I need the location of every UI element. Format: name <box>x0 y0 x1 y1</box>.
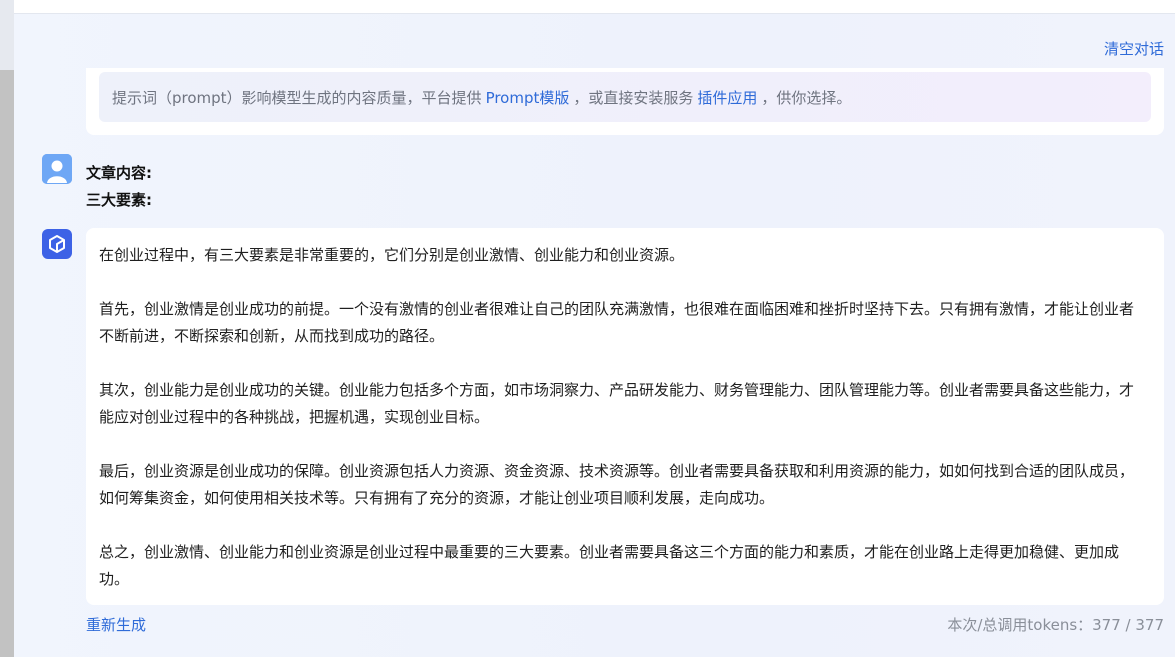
user-avatar-icon <box>42 154 72 184</box>
answer-paragraph: 在创业过程中，有三大要素是非常重要的，它们分别是创业激情、创业能力和创业资源。 <box>99 246 685 264</box>
regenerate-button[interactable]: 重新生成 <box>86 614 146 635</box>
chat-page: 清空对话 提示词（prompt）影响模型生成的内容质量，平台提供 Prompt模… <box>0 0 1175 657</box>
prompt-template-link[interactable]: Prompt模版 <box>486 87 570 108</box>
plugin-app-link[interactable]: 插件应用 <box>697 87 757 108</box>
answer-paragraph: 总之，创业激情、创业能力和创业资源是创业过程中最重要的三大要素。创业者需要具备这… <box>99 543 1120 588</box>
answer-paragraph: 最后，创业资源是创业成功的保障。创业资源包括人力资源、资金资源、技术资源等。创业… <box>99 462 1135 507</box>
user-message-line: 三大要素: <box>86 191 152 209</box>
prompt-hint-card: 提示词（prompt）影响模型生成的内容质量，平台提供 Prompt模版 ，或直… <box>86 68 1164 135</box>
assistant-answer: 在创业过程中，有三大要素是非常重要的，它们分别是创业激情、创业能力和创业资源。 … <box>86 228 1164 605</box>
hint-text-before: 提示词（prompt）影响模型生成的内容质量，平台提供 <box>112 88 482 107</box>
prompt-hint-banner: 提示词（prompt）影响模型生成的内容质量，平台提供 Prompt模版 ，或直… <box>99 72 1151 122</box>
top-input-bar <box>14 0 1175 14</box>
left-panel-edge <box>0 0 14 70</box>
answer-paragraph: 其次，创业能力是创业成功的关键。创业能力包括多个方面，如市场洞察力、产品研发能力… <box>99 381 1135 426</box>
hint-text-after: ，供你选择。 <box>761 88 852 107</box>
cube-logo-icon <box>42 229 72 259</box>
clear-conversation-button[interactable]: 清空对话 <box>1104 38 1164 59</box>
user-message: 文章内容: 三大要素: <box>86 160 152 214</box>
token-usage: 本次/总调用tokens：377 / 377 <box>947 616 1164 634</box>
answer-paragraph: 首先，创业激情是创业成功的前提。一个没有激情的创业者很难让自己的团队充满激情，也… <box>99 300 1135 345</box>
user-message-line: 文章内容: <box>86 164 152 182</box>
left-scrollbar[interactable] <box>0 70 14 657</box>
hint-text-middle: ，或直接安装服务 <box>573 88 694 107</box>
